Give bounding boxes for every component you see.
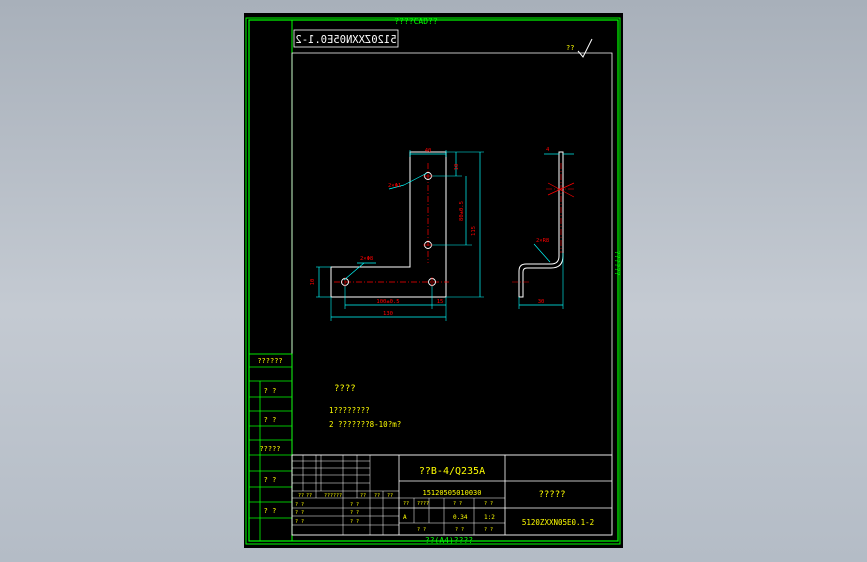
header-label-4: ?? xyxy=(374,493,380,499)
hole-label-top: 2×Φ1 xyxy=(388,183,401,189)
roughness-check-icon xyxy=(577,38,593,58)
left-column-table: ?????? ? ? ? ? ????? ? ? ? ? xyxy=(248,353,293,542)
header-label-1: ?? xyxy=(306,493,312,499)
dim-vertical-inner-text: 80±0.5 xyxy=(459,201,465,221)
tb-row-2-a: ? ? xyxy=(295,519,304,525)
inner-frame xyxy=(248,19,619,542)
mirrored-code: 5120ZXXN05E0.1-2 xyxy=(295,34,396,46)
left-row-1: ? ? xyxy=(264,387,277,395)
hole-label-bottom: 2×Φ8 xyxy=(360,256,373,262)
dim-left-height-text: 10 xyxy=(310,279,316,286)
dim-side-radius-text: 2×R8 xyxy=(536,238,549,244)
stage-value-3: 1:2 xyxy=(484,514,495,521)
notes-line-1: 1???????? xyxy=(329,406,370,415)
leader-bottom xyxy=(343,262,365,281)
leader-top xyxy=(403,172,428,186)
drawing-canvas: ????CAD?? ??(A4)???? ?????? 5120ZXXN05E0… xyxy=(245,17,621,545)
tb-row-2-b: ? ? xyxy=(350,519,359,525)
title-block: ??B-4/Q235A 15120505010030 ????? 5120ZXX… xyxy=(291,454,613,536)
header-label-0: ?? xyxy=(298,493,304,499)
roughness-label: ?? xyxy=(566,44,574,52)
dim-hole-spacing-text: 100±0.5 xyxy=(376,299,399,305)
dim-right-offset-text: 15 xyxy=(437,299,444,305)
tb-row-0-a: ? ? xyxy=(295,502,304,508)
dim-top-width-text: 40 xyxy=(425,148,432,154)
header-label-2: ?????? xyxy=(324,493,342,499)
bottom-label: ??(A4)???? xyxy=(425,536,473,545)
tb-row-0-b: ? ? xyxy=(350,502,359,508)
sheet-row-1: ? ? xyxy=(455,527,464,533)
drawing-area-border xyxy=(291,52,613,455)
dim-side-thickness-text: 4 xyxy=(546,147,550,153)
dim-side-width-text: 30 xyxy=(538,299,545,305)
front-view-outline xyxy=(330,151,447,298)
material-text: ??B-4/Q235A xyxy=(419,466,485,477)
stage-header-1: ???? xyxy=(417,501,429,507)
dim-vertical-total-text: 115 xyxy=(471,226,477,236)
header-label-5: ?? xyxy=(387,493,393,499)
dim-total-width-text: 130 xyxy=(383,311,393,317)
sheet-row-2: ? ? xyxy=(484,527,493,533)
leader-radius xyxy=(533,243,551,263)
front-view: 2×Φ1 2×Φ8 40 10 80±0.5 115 10 100±0.5 15… xyxy=(310,148,484,321)
stage-value-0: A xyxy=(403,514,407,521)
top-label: ????CAD?? xyxy=(394,17,438,26)
left-row-4: ? ? xyxy=(264,476,277,484)
tb-row-1-b: ? ? xyxy=(350,510,359,516)
left-row-5: ? ? xyxy=(264,507,277,515)
left-row-0: ?????? xyxy=(257,357,282,365)
stage-header-0: ?? xyxy=(403,501,409,507)
drawing-number-text: 15120505010030 xyxy=(422,489,481,497)
tb-row-1-a: ? ? xyxy=(295,510,304,516)
stage-header-3: ? ? xyxy=(484,501,493,507)
header-label-3: ?? xyxy=(360,493,366,499)
stage-header-2: ? ? xyxy=(453,501,462,507)
part-code-text: 5120ZXXN05E0.1-2 xyxy=(522,518,594,527)
left-row-3: ????? xyxy=(259,445,280,453)
left-row-2: ? ? xyxy=(264,416,277,424)
stage-value-2: 0.34 xyxy=(453,514,468,521)
drawing-sheet: ????CAD?? ??(A4)???? ?????? 5120ZXXN05E0… xyxy=(244,13,623,548)
dim-top-offset-text: 10 xyxy=(454,164,460,171)
notes-heading: ???? xyxy=(334,384,356,394)
side-view: 4 2×R8 30 xyxy=(512,147,576,309)
sheet-row-0: ? ? xyxy=(417,527,426,533)
part-name-text: ????? xyxy=(538,490,565,500)
side-label: ?????? xyxy=(613,250,621,275)
side-view-outline xyxy=(518,151,564,298)
notes-line-2: 2 ???????8-10?m? xyxy=(329,420,401,429)
